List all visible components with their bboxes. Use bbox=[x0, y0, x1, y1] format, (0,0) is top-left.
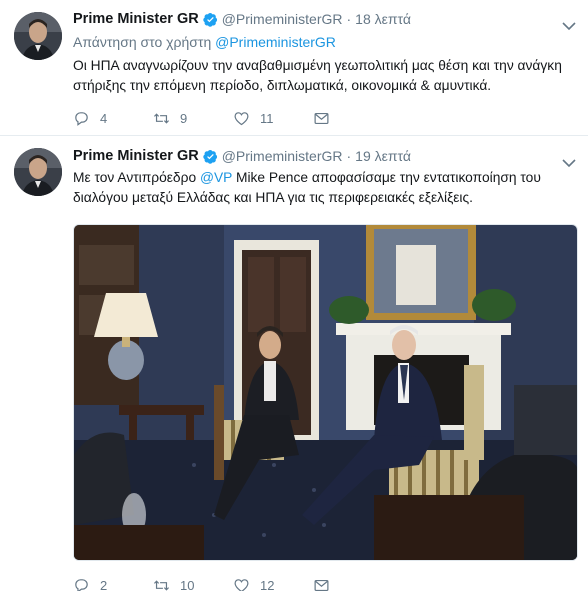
like-count: 11 bbox=[260, 110, 274, 126]
reply-count: 4 bbox=[100, 110, 108, 126]
tweet-photo[interactable] bbox=[73, 224, 578, 561]
tweet-content: Prime Minister GR @PrimeministerGR · 19 … bbox=[73, 146, 578, 591]
retweet-icon bbox=[153, 579, 170, 591]
separator-dot: · bbox=[346, 148, 352, 164]
retweet-button[interactable]: 9 bbox=[153, 109, 233, 127]
like-heart-icon bbox=[234, 111, 249, 125]
like-button[interactable]: 11 bbox=[233, 109, 313, 127]
verified-badge-icon bbox=[203, 12, 217, 27]
tweet-text-start: Με τον Αντιπρόεδρο bbox=[73, 170, 200, 185]
retweet-count: 10 bbox=[180, 577, 195, 591]
tweet-text: Οι ΗΠΑ αναγνωρίζουν την αναβαθμισμένη γε… bbox=[73, 58, 562, 93]
author-handle[interactable]: @PrimeministerGR bbox=[222, 148, 343, 164]
retweet-icon bbox=[153, 112, 170, 124]
tweet-text: Με τον Αντιπρόεδρο @VP Mike Pence αποφασ… bbox=[73, 168, 578, 208]
mention-link[interactable]: @VP bbox=[200, 170, 232, 185]
chevron-down-icon[interactable] bbox=[562, 158, 576, 168]
tweet-timestamp[interactable]: 19 λεπτά bbox=[355, 148, 411, 164]
verified-badge-icon bbox=[203, 149, 217, 164]
tweet-content: Prime Minister GR @PrimeministerGR · 18 … bbox=[73, 9, 578, 126]
reply-button[interactable]: 2 bbox=[73, 576, 153, 591]
direct-message-icon bbox=[314, 112, 329, 124]
author-handle[interactable]: @PrimeministerGR bbox=[222, 11, 343, 27]
direct-message-button[interactable] bbox=[313, 109, 330, 127]
reply-context: Απάντηση στο χρήστη @PrimeministerGR bbox=[73, 32, 578, 52]
meeting-photo bbox=[74, 225, 577, 560]
author-name[interactable]: Prime Minister GR bbox=[73, 148, 199, 164]
chevron-down-icon[interactable] bbox=[562, 21, 576, 31]
reply-count: 2 bbox=[100, 577, 108, 591]
direct-message-button[interactable] bbox=[313, 576, 330, 591]
tweet[interactable]: Prime Minister GR @PrimeministerGR · 19 … bbox=[0, 137, 588, 591]
tweet-header: Prime Minister GR @PrimeministerGR · 18 … bbox=[73, 9, 578, 29]
reply-button[interactable]: 4 bbox=[73, 109, 153, 127]
reply-icon bbox=[75, 578, 88, 591]
tweet[interactable]: Prime Minister GR @PrimeministerGR · 18 … bbox=[0, 0, 588, 136]
tweet-actions: 4 9 11 bbox=[73, 109, 330, 127]
avatar[interactable] bbox=[14, 148, 62, 196]
separator-dot: · bbox=[346, 11, 352, 27]
retweet-button[interactable]: 10 bbox=[153, 576, 233, 591]
reply-icon bbox=[75, 111, 88, 126]
tweet-header: Prime Minister GR @PrimeministerGR · 19 … bbox=[73, 146, 578, 166]
like-count: 12 bbox=[260, 577, 275, 591]
like-button[interactable]: 12 bbox=[233, 576, 313, 591]
reply-prefix: Απάντηση στο χρήστη bbox=[73, 34, 212, 50]
direct-message-icon bbox=[314, 579, 329, 591]
avatar[interactable] bbox=[14, 12, 62, 60]
retweet-count: 9 bbox=[180, 110, 188, 126]
tweet-actions: 2 10 12 bbox=[73, 576, 330, 591]
author-name[interactable]: Prime Minister GR bbox=[73, 11, 199, 27]
reply-handle-link[interactable]: @PrimeministerGR bbox=[215, 34, 336, 50]
like-heart-icon bbox=[234, 578, 249, 591]
tweet-timestamp[interactable]: 18 λεπτά bbox=[355, 11, 411, 27]
